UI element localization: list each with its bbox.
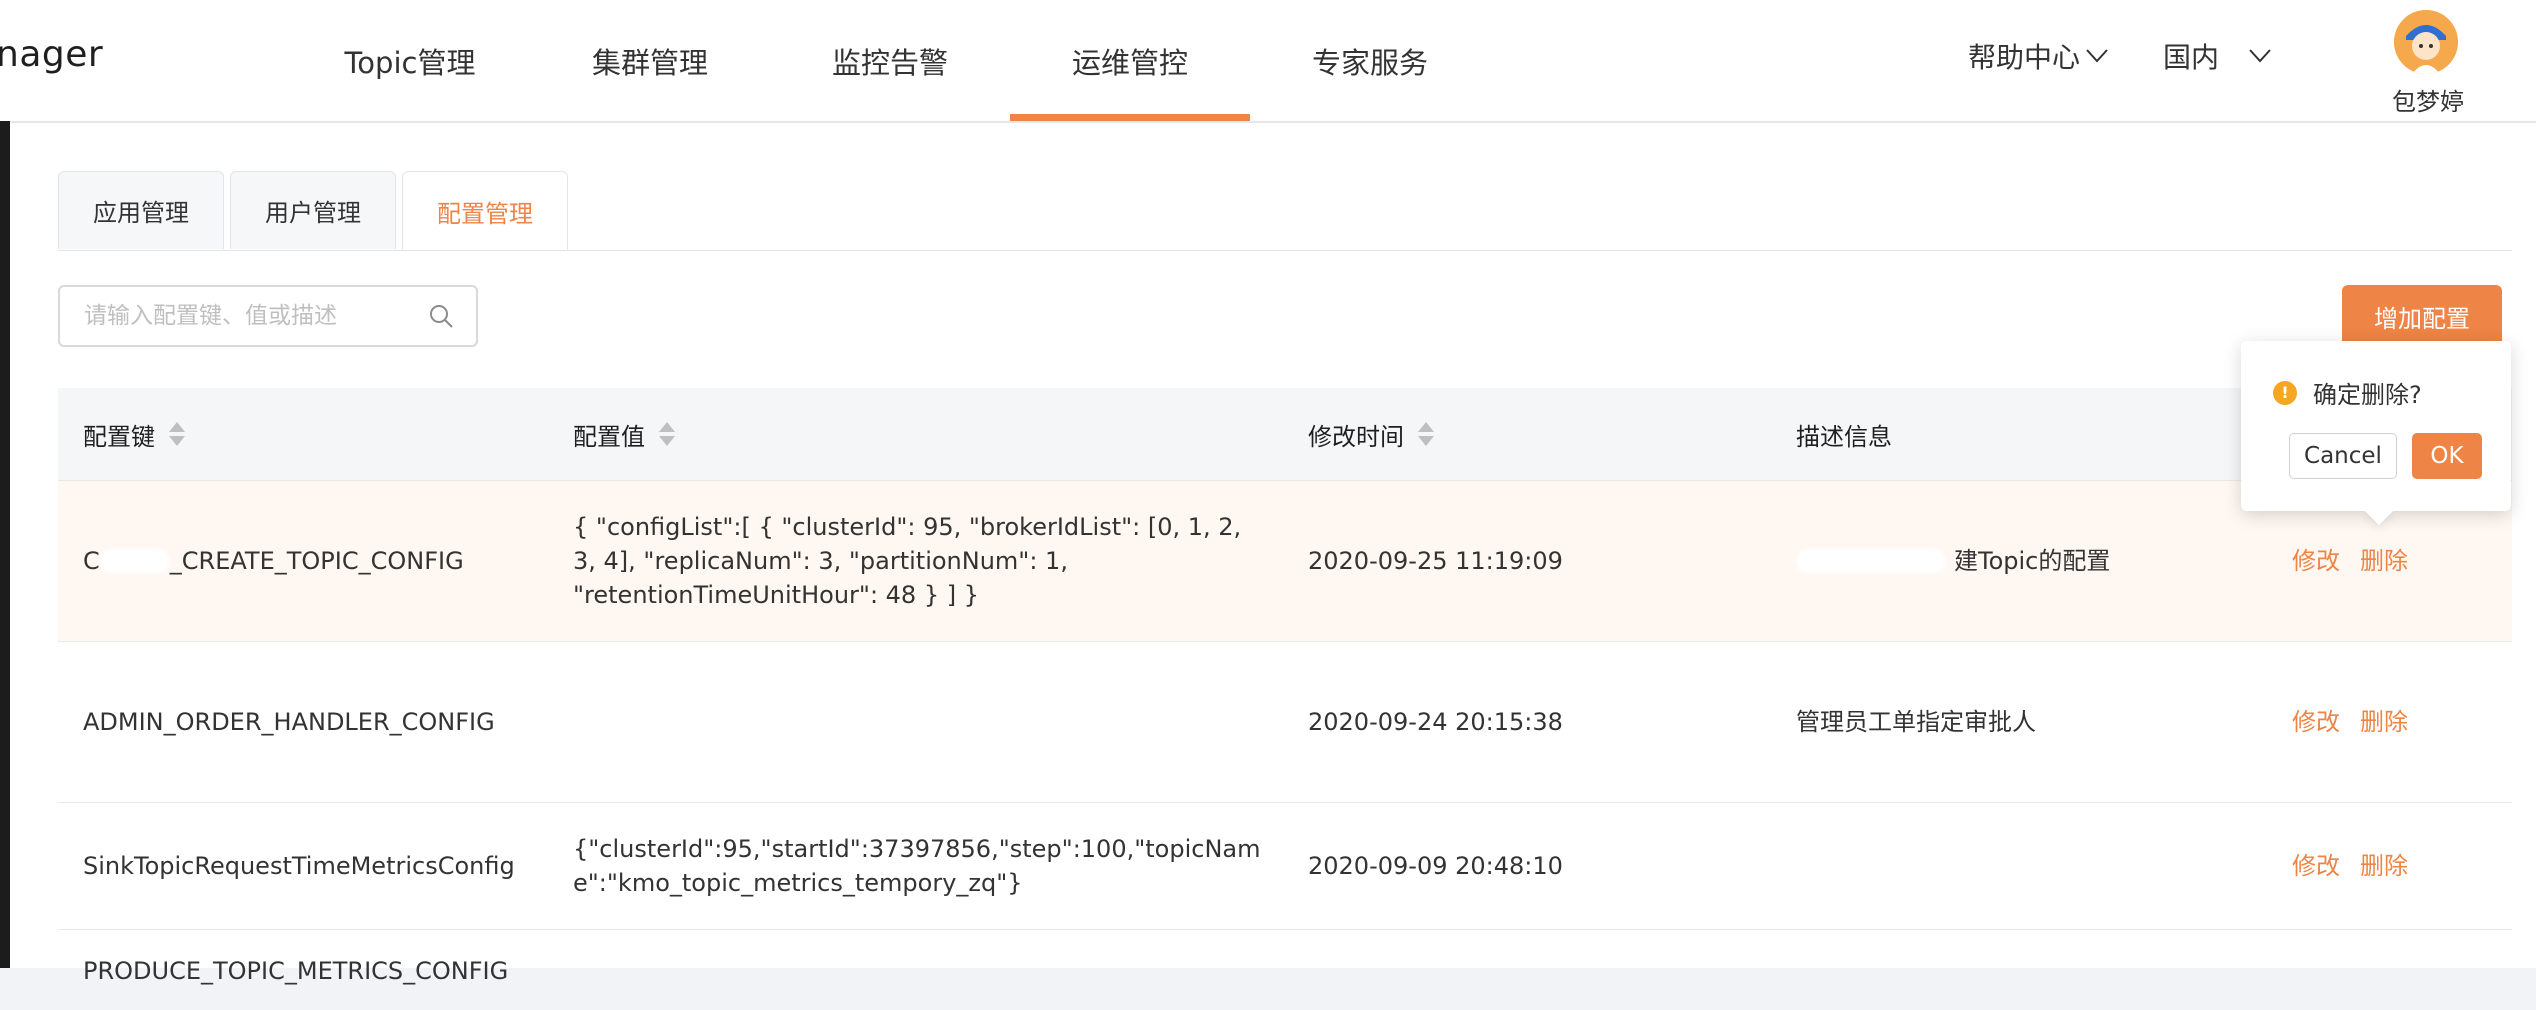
chevron-down-icon xyxy=(2086,49,2108,63)
sidebar-edge xyxy=(0,121,10,968)
cancel-button[interactable]: Cancel xyxy=(2289,433,2397,479)
table-row: PRODUCE_TOPIC_METRICS_CONFIG xyxy=(58,930,2512,1010)
app-logo-text: nager xyxy=(0,34,104,75)
tab-user-management[interactable]: 用户管理 xyxy=(230,171,396,249)
edit-link[interactable]: 修改 xyxy=(2292,544,2340,578)
table-header: 配置键 配置值 修改时间 描述信息 xyxy=(58,388,2512,481)
chevron-down-icon xyxy=(2249,49,2271,63)
sort-icon[interactable] xyxy=(659,420,675,448)
table-row: ADMIN_ORDER_HANDLER_CONFIG 2020-09-24 20… xyxy=(58,642,2512,803)
region-selector[interactable]: 国内 xyxy=(2163,36,2271,76)
user-avatar[interactable] xyxy=(2394,10,2458,74)
column-header-description: 描述信息 xyxy=(1796,422,1892,451)
tab-app-management[interactable]: 应用管理 xyxy=(58,171,224,249)
tab-config-management[interactable]: 配置管理 xyxy=(402,171,568,251)
nav-cluster-management[interactable]: 集群管理 xyxy=(530,0,770,121)
cell-description: 管理员工单指定审批人 xyxy=(1796,708,2036,736)
cell-description: 建Topic的配置 xyxy=(1796,481,2110,641)
ok-button[interactable]: OK xyxy=(2412,433,2482,479)
cell-config-value: {"clusterId":95,"startId":37397856,"step… xyxy=(573,835,1261,897)
cell-config-key: SinkTopicRequestTimeMetricsConfig xyxy=(83,852,515,880)
search-box xyxy=(58,285,478,347)
cell-modified-time: 2020-09-25 11:19:09 xyxy=(1308,547,1563,575)
content-panel: 应用管理 用户管理 配置管理 增加配置 配置键 配置值 修改时间 描述信息 xyxy=(10,123,2536,985)
cell-config-key: C _CREATE_TOPIC_CONFIG xyxy=(83,547,464,575)
nav-monitoring-alerts[interactable]: 监控告警 xyxy=(770,0,1010,121)
delete-link[interactable]: 删除 xyxy=(2360,705,2408,739)
edit-link[interactable]: 修改 xyxy=(2292,849,2340,883)
help-center-label: 帮助中心 xyxy=(1968,41,2081,74)
edit-link[interactable]: 修改 xyxy=(2292,705,2340,739)
cell-modified-time: 2020-09-24 20:15:38 xyxy=(1308,708,1563,736)
config-table: 配置键 配置值 修改时间 描述信息 C _CREATE_TOPIC_CONFIG … xyxy=(58,388,2512,1010)
sub-tabs: 应用管理 用户管理 配置管理 xyxy=(58,171,574,251)
help-center-menu[interactable]: 帮助中心 xyxy=(1968,36,2108,76)
sort-icon[interactable] xyxy=(169,420,185,448)
column-header-modified-time[interactable]: 修改时间 xyxy=(1308,388,1434,480)
top-header: nager Topic管理 集群管理 监控告警 运维管控 专家服务 帮助中心 国… xyxy=(0,0,2536,123)
column-header-config-value[interactable]: 配置值 xyxy=(573,388,675,480)
sort-icon[interactable] xyxy=(1418,420,1434,448)
cell-config-key: PRODUCE_TOPIC_METRICS_CONFIG xyxy=(83,957,509,985)
region-label: 国内 xyxy=(2163,41,2220,74)
cell-modified-time: 2020-09-09 20:48:10 xyxy=(1308,852,1563,880)
table-row: C _CREATE_TOPIC_CONFIG { "configList":[ {… xyxy=(58,481,2512,642)
nav-topic-management[interactable]: Topic管理 xyxy=(290,0,530,121)
cell-config-value xyxy=(573,642,1263,802)
delete-link[interactable]: 删除 xyxy=(2360,849,2408,883)
popover-title: ! 确定删除? xyxy=(2273,375,2422,410)
delete-link[interactable]: 删除 xyxy=(2360,544,2408,578)
nav-ops-control[interactable]: 运维管控 xyxy=(1010,0,1250,121)
column-header-config-key[interactable]: 配置键 xyxy=(83,388,185,480)
add-config-button[interactable]: 增加配置 xyxy=(2342,285,2502,347)
cell-config-value: { "configList":[ { "clusterId": 95, "bro… xyxy=(573,513,1242,609)
avatar-icon xyxy=(2394,10,2458,74)
nav-expert-service[interactable]: 专家服务 xyxy=(1250,0,1490,121)
search-input[interactable] xyxy=(82,287,426,345)
search-icon[interactable] xyxy=(428,303,454,329)
user-name: 包梦婷 xyxy=(2392,88,2464,116)
delete-confirm-popover: ! 确定删除? Cancel OK xyxy=(2241,341,2511,511)
main-nav: Topic管理 集群管理 监控告警 运维管控 专家服务 xyxy=(290,0,1490,121)
cell-config-key: ADMIN_ORDER_HANDLER_CONFIG xyxy=(83,708,495,736)
table-row: SinkTopicRequestTimeMetricsConfig {"clus… xyxy=(58,803,2512,930)
cell-actions: 修改 删除 xyxy=(2292,642,2428,802)
tabs-divider xyxy=(58,250,2512,251)
cell-actions: 修改 删除 xyxy=(2292,803,2428,929)
warning-icon: ! xyxy=(2273,380,2297,405)
